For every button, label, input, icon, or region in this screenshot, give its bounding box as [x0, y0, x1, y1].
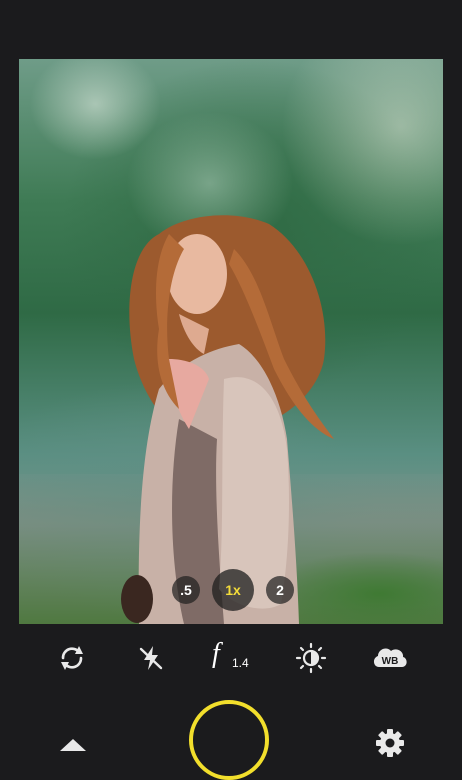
aperture-value: 1.4	[232, 656, 249, 670]
shutter-button[interactable]	[189, 700, 269, 780]
viewfinder-subject	[121, 215, 334, 624]
zoom-option-2x[interactable]: 2	[266, 576, 294, 604]
switch-camera-button[interactable]	[54, 640, 90, 676]
flash-button[interactable]	[133, 640, 169, 676]
zoom-option-1x[interactable]: 1x	[212, 569, 254, 611]
gear-icon	[376, 729, 404, 757]
triangle-up-icon	[60, 739, 86, 751]
expand-panel-button[interactable]	[58, 737, 88, 753]
brightness-icon	[295, 642, 327, 674]
aperture-button[interactable]: f 1.4	[210, 638, 266, 674]
white-balance-button[interactable]: WB	[370, 640, 410, 676]
white-balance-label: WB	[382, 656, 399, 667]
zoom-option-half[interactable]: .5	[172, 576, 200, 604]
zoom-selector: .5 1x 2	[160, 568, 300, 612]
aperture-symbol: f	[212, 638, 220, 669]
settings-button[interactable]	[374, 727, 406, 759]
white-balance-icon: WB	[373, 648, 407, 667]
exposure-button[interactable]	[293, 640, 329, 676]
rotate-arrows-icon	[61, 646, 83, 670]
camera-viewfinder[interactable]	[19, 59, 443, 624]
flash-off-icon	[139, 646, 163, 670]
